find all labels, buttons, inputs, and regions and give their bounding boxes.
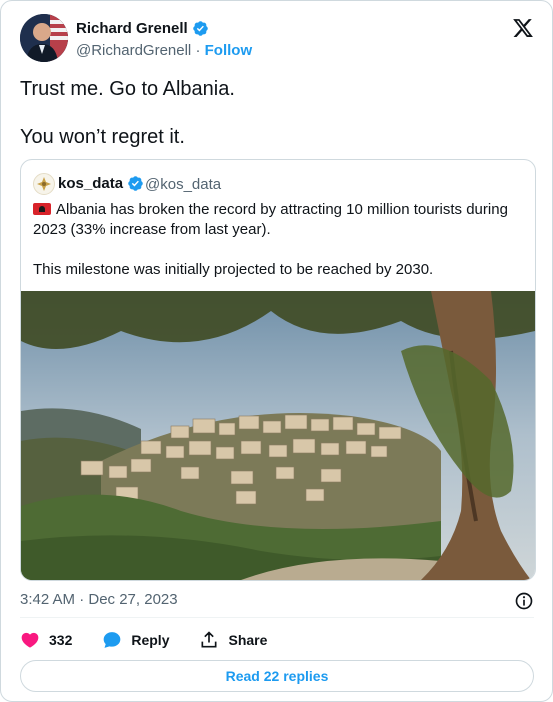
albania-flag-icon [33,203,51,215]
share-button[interactable]: Share [199,630,267,650]
share-icon [201,631,217,648]
quote-avatar[interactable] [33,173,55,195]
x-logo-icon[interactable] [512,17,534,39]
quote-text: Albania has broken the record by attract… [33,200,523,280]
tweet-timestamp[interactable]: 3:42 AM · Dec 27, 2023 [20,591,178,608]
follow-button[interactable]: Follow [205,42,253,59]
verified-badge-icon [128,176,143,191]
action-bar: 332 Reply Share [20,628,297,652]
tweet-card: Richard Grenell @RichardGrenell · Follow… [0,0,553,702]
author-handle[interactable]: @RichardGrenell [76,42,191,59]
heart-icon [21,632,39,648]
quote-line-1-text: Albania has broken the record by attract… [33,201,508,238]
reply-button[interactable]: Reply [102,630,169,650]
divider [20,617,534,618]
reply-label: Reply [131,632,170,648]
info-icon[interactable] [514,591,534,611]
quote-author-name[interactable]: kos_data [58,175,144,192]
handle-separator: · [195,42,201,59]
verified-badge-icon [192,21,208,36]
author-avatar[interactable] [20,14,68,62]
author-handle-row: @RichardGrenell · Follow [76,42,252,59]
like-count: 332 [49,632,73,648]
tweet-line-2: You won’t regret it. [20,126,185,148]
author-name-text: Richard Grenell [76,20,188,37]
share-label: Share [228,632,268,648]
tweet-text: Trust me. Go to Albania. You won’t regre… [20,77,530,149]
quote-author-handle[interactable]: @kos_data [145,176,221,193]
tweet-line-1: Trust me. Go to Albania. [20,78,235,100]
quoted-tweet[interactable]: kos_data @kos_data Albania has broken th… [20,159,536,581]
quote-line-1: Albania has broken the record by attract… [33,200,523,240]
like-button[interactable]: 332 [20,630,72,650]
read-replies-label: Read 22 replies [225,668,329,684]
reply-bubble-icon [104,632,121,648]
albania-village-photo[interactable] [21,291,535,580]
quote-line-2: This milestone was initially projected t… [33,261,434,278]
author-name[interactable]: Richard Grenell [76,20,209,37]
read-replies-button[interactable]: Read 22 replies [20,660,534,692]
quote-author-name-text: kos_data [58,175,124,192]
